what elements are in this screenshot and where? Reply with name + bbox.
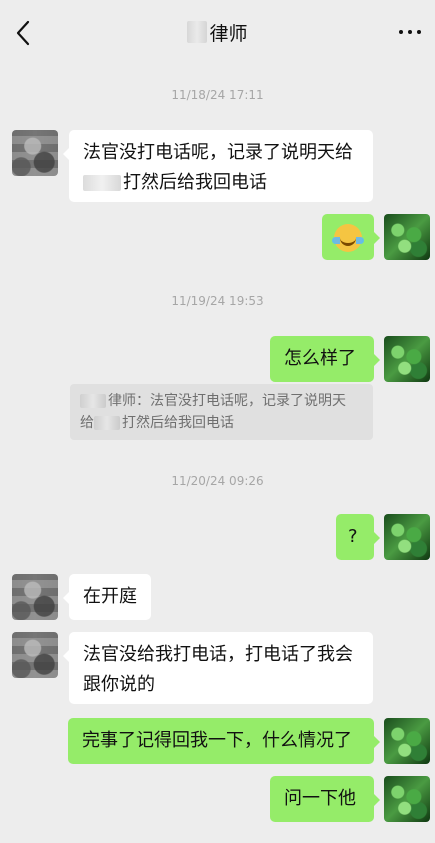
message-bubble[interactable]: ? [336,514,380,560]
message-bubble[interactable]: 完事了记得回我一下，什么情况了 [68,718,380,764]
message-bubble[interactable]: 问一下他 [270,776,380,822]
message-text: ? [348,526,358,547]
message-bubble[interactable]: 在开庭 [63,574,151,620]
top-bar: 律师 [0,0,435,64]
message-text: 在开庭 [83,586,137,607]
timestamp: 11/19/24 19:53 [171,294,264,308]
more-icon[interactable] [395,22,425,42]
quote-line: 给打然后给我回电话 [80,415,234,431]
redaction-block [94,416,120,430]
message-text: 问一下他 [284,788,356,809]
lawyer-avatar[interactable] [12,130,58,176]
back-icon[interactable] [12,18,36,48]
message-bubble[interactable]: 怎么样了 [270,336,380,382]
title-redaction [187,21,208,43]
user-avatar[interactable] [384,718,430,764]
message-text-line: 跟你说的 [83,674,155,695]
user-avatar[interactable] [384,514,430,560]
redaction-block [83,175,121,191]
quote-line: 律师：法官没打电话呢，记录了说明天 [80,390,363,412]
timestamp: 11/18/24 17:11 [171,88,264,102]
user-avatar[interactable] [384,214,430,260]
timestamp: 11/20/24 09:26 [171,474,264,488]
user-avatar[interactable] [384,776,430,822]
user-avatar[interactable] [384,336,430,382]
emoji-message-bubble[interactable] [322,214,380,260]
message-text: 怎么样了 [284,348,356,369]
message-text-line: 法官没给我打电话，打电话了我会 [83,644,353,665]
chat-title-text: 律师 [209,22,248,45]
laughing-crying-emoji-icon [332,224,364,252]
message-bubble[interactable]: 法官没给我打电话，打电话了我会 跟你说的 [63,632,373,704]
message-text-line: 法官没打电话呢，记录了说明天给 [83,142,353,163]
message-text-line: 打然后给我回电话 [83,168,359,198]
redaction-block [80,394,106,408]
message-text: 完事了记得回我一下，什么情况了 [82,730,352,751]
message-bubble[interactable]: 法官没打电话呢，记录了说明天给 打然后给我回电话 [63,130,373,202]
lawyer-avatar[interactable] [12,632,58,678]
lawyer-avatar[interactable] [12,574,58,620]
chat-title: 律师 [187,19,248,46]
quoted-message[interactable]: 律师：法官没打电话呢，记录了说明天 给打然后给我回电话 [70,384,373,440]
